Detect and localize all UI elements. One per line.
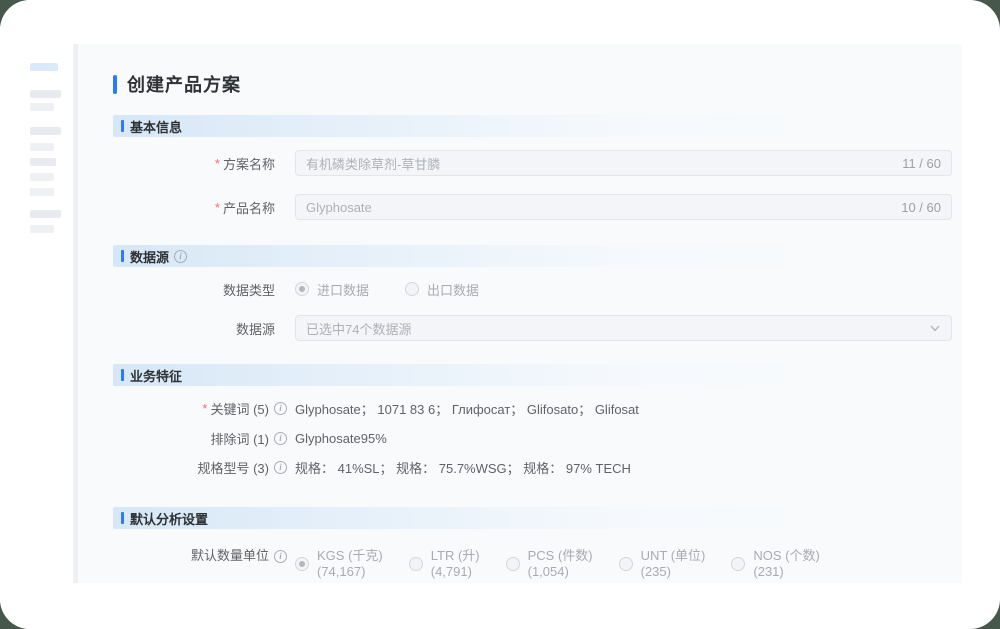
sidebar-item[interactable] [30,127,61,135]
radio-option-export[interactable]: 出口数据 [405,280,479,299]
sidebar-item[interactable] [30,210,61,218]
exclude-words-row: 排除词 (1) Glyphosate95% [113,430,962,447]
section-datasource-title: 数据源 [130,247,169,266]
page-title-text: 创建产品方案 [127,71,241,97]
section-default-analysis-title: 默认分析设置 [130,509,208,528]
plan-name-label: * 方案名称 [113,154,295,173]
data-type-label: 数据类型 [113,280,295,299]
default-unit-label: 默认数量单位 [113,548,295,564]
sidebar-item[interactable] [30,143,54,151]
plan-name-row: * 方案名称 11 / 60 [113,150,962,176]
plan-name-input[interactable] [306,156,892,171]
data-type-radio-group: 进口数据 出口数据 [295,280,479,299]
radio-option-kgs[interactable]: KGS (千克) (74,167) [295,548,383,580]
plan-name-counter: 11 / 60 [902,156,941,171]
title-accent-bar [113,75,117,94]
page-title: 创建产品方案 [113,72,962,96]
sidebar [0,0,73,629]
product-name-counter: 10 / 60 [901,200,941,215]
section-accent-bar [121,369,124,381]
info-icon[interactable] [274,550,287,563]
main-panel: 创建产品方案 基本信息 * 方案名称 11 / 60 * [73,44,962,583]
radio-unselected-icon[interactable] [409,557,423,571]
default-unit-radio-group: KGS (千克) (74,167) LTR (升) (4,791) [295,548,846,580]
product-name-label: * 产品名称 [113,198,295,217]
radio-option-unt[interactable]: UNT (单位) (235) [619,548,706,580]
radio-unselected-icon[interactable] [405,282,419,296]
section-accent-bar [121,250,124,262]
spec-model-value: 规格： 41%SL； 规格： 75.7%WSG； 规格： 97% TECH [295,458,631,477]
radio-unselected-icon[interactable] [619,557,633,571]
required-asterisk: * [215,156,220,171]
info-icon[interactable] [274,402,287,415]
section-default-analysis: 默认分析设置 [113,507,952,529]
sidebar-item[interactable] [30,90,61,98]
radio-unselected-icon[interactable] [731,557,745,571]
default-unit-row: 默认数量单位 KGS (千克) (74,167) LTR (升 [113,548,962,580]
spec-model-label: 规格型号 (3) [113,458,295,477]
section-accent-bar [121,120,124,132]
radio-option-pcs[interactable]: PCS (件数) (1,054) [506,548,593,580]
info-icon[interactable] [174,250,187,263]
required-asterisk: * [215,200,220,215]
section-business-title: 业务特征 [130,366,182,385]
sidebar-item[interactable] [30,225,54,233]
data-source-label: 数据源 [113,319,295,338]
radio-option-ltr[interactable]: LTR (升) (4,791) [409,548,480,580]
radio-selected-icon[interactable] [295,282,309,296]
keywords-row: * 关键词 (5) Glyphosate； 1071 83 6； Глифоса… [113,400,962,417]
section-basic-info-title: 基本信息 [130,117,182,136]
radio-option-import[interactable]: 进口数据 [295,280,369,299]
chevron-down-icon [929,322,941,334]
data-source-select[interactable]: 已选中74个数据源 [295,315,952,341]
sidebar-item-active[interactable] [30,63,58,71]
radio-selected-icon[interactable] [295,557,309,571]
exclude-words-value: Glyphosate95% [295,431,387,446]
keywords-label: * 关键词 (5) [113,399,295,418]
section-datasource: 数据源 [113,245,952,267]
info-icon[interactable] [274,432,287,445]
info-icon[interactable] [274,461,287,474]
app-window: 创建产品方案 基本信息 * 方案名称 11 / 60 * [0,0,1000,629]
section-accent-bar [121,512,124,524]
plan-name-input-wrap: 11 / 60 [295,150,952,176]
radio-option-nos[interactable]: NOS (个数) (231) [731,548,819,580]
spec-model-row: 规格型号 (3) 规格： 41%SL； 规格： 75.7%WSG； 规格： 97… [113,459,962,476]
sidebar-item[interactable] [30,103,54,111]
sidebar-item[interactable] [30,188,54,196]
sidebar-item[interactable] [30,158,56,166]
product-name-input[interactable] [306,200,891,215]
product-name-input-wrap: 10 / 60 [295,194,952,220]
radio-unselected-icon[interactable] [506,557,520,571]
section-business: 业务特征 [113,364,952,386]
product-name-row: * 产品名称 10 / 60 [113,194,962,220]
keywords-value: Glyphosate； 1071 83 6； Глифосат； Glifosa… [295,399,639,418]
exclude-words-label: 排除词 (1) [113,429,295,448]
sidebar-item[interactable] [30,173,54,181]
data-source-row: 数据源 已选中74个数据源 [113,315,962,341]
data-type-row: 数据类型 进口数据 出口数据 [113,281,962,297]
required-asterisk: * [202,401,207,416]
section-basic-info: 基本信息 [113,115,952,137]
